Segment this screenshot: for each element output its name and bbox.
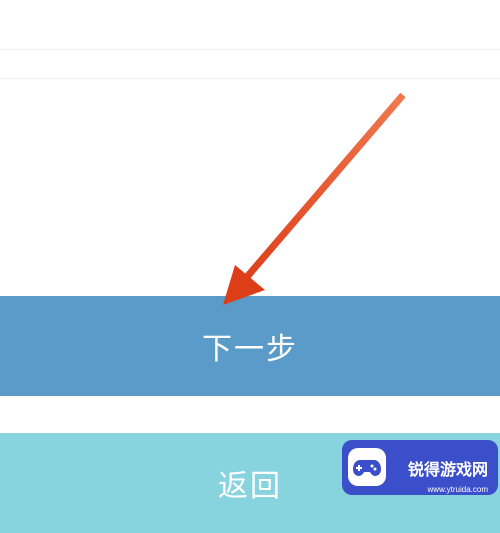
next-step-button[interactable]: 下一步 [0, 296, 500, 396]
watermark-url: www.ytruida.com [428, 485, 488, 494]
content-area: 下一步 返回 锐得游戏网 www.ytruida.com [0, 0, 500, 500]
arrow-annotation-icon [205, 90, 415, 310]
next-step-label: 下一步 [202, 324, 298, 368]
gamepad-icon [352, 456, 382, 478]
back-label: 返回 [218, 461, 282, 505]
watermark-text: 锐得游戏网 [408, 456, 488, 480]
divider-line [0, 78, 500, 79]
top-bar [0, 0, 500, 50]
watermark-icon [348, 448, 386, 486]
